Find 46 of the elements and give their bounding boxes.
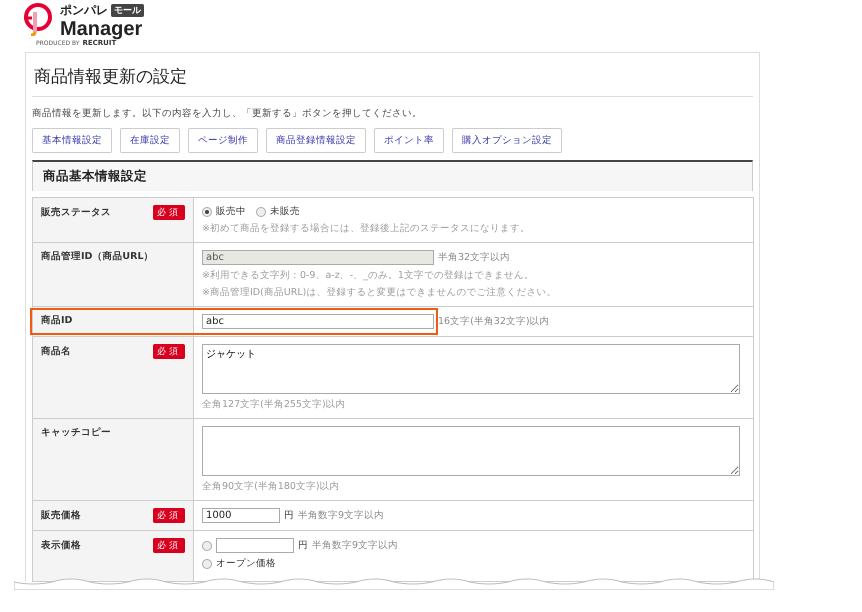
required-badge: 必須 (153, 538, 185, 553)
radio-button[interactable] (202, 540, 212, 550)
radio-button[interactable] (202, 206, 212, 216)
page-title: 商品情報更新の設定 (32, 61, 753, 97)
page-description: 商品情報を更新します。以下の内容を入力し、「更新する」ボタンを押してください。 (32, 107, 423, 120)
field-label: 販売ステータス (41, 206, 111, 219)
section-tab[interactable]: 在庫設定 (120, 128, 180, 153)
section-tab[interactable]: ページ制作 (188, 128, 258, 153)
field-note: ※利用できる文字列：0-9、a-z、-、_のみ。1文字での登録はできません。 (202, 269, 535, 282)
field-label: 商品ID (41, 314, 72, 327)
product-name: Manager (60, 19, 144, 39)
field-note: 全角127文字(半角255文字)以内 (202, 398, 347, 411)
radio-button[interactable] (202, 558, 212, 568)
section-header: 商品基本情報設定 (32, 160, 753, 191)
field-hint: 16文字(半角32文字)以内 (438, 315, 550, 328)
price-field[interactable]: 1000 (202, 508, 280, 523)
field-hint: 半角32文字以内 (438, 251, 510, 264)
radio-label: オープン価格 (216, 557, 276, 570)
field-label: 商品管理ID（商品URL） (41, 250, 154, 263)
section-tab[interactable]: ポイント率 (374, 128, 444, 153)
radio-label: 販売中 (216, 205, 246, 218)
unit-label: 円 (284, 509, 294, 522)
brand-name: ポンパレ (60, 2, 108, 19)
section-tab[interactable]: 購入オプション設定 (452, 128, 562, 153)
radio-label: 未販売 (270, 205, 300, 218)
brand-badge: モール (111, 4, 144, 17)
required-badge: 必須 (153, 205, 185, 220)
field-label: 表示価格 (41, 539, 81, 552)
field-label: 商品名 (41, 345, 71, 358)
text-area[interactable]: ジャケット (202, 344, 740, 394)
price-field[interactable] (216, 538, 294, 553)
field-hint: 半角数字9文字以内 (312, 539, 398, 552)
radio-button[interactable] (256, 206, 266, 216)
field-label: キャッチコピー (41, 426, 111, 439)
text-area[interactable] (202, 426, 740, 476)
unit-label: 円 (298, 539, 308, 552)
field-note: ※初めて商品を登録する場合には、登録後上記のステータスになります。 (202, 222, 531, 235)
required-badge: 必須 (153, 344, 185, 359)
field-hint: 半角数字9文字以内 (298, 509, 384, 522)
field-label: 販売価格 (41, 509, 81, 522)
required-badge: 必須 (153, 508, 185, 523)
field-note: ※商品管理ID(商品URL)は、登録すると変更はできませんのでご注意ください。 (202, 286, 558, 299)
section-tab[interactable]: 基本情報設定 (32, 128, 112, 153)
input-field[interactable]: abc (202, 314, 434, 329)
field-note: 全角90文字(半角180文字)以内 (202, 480, 341, 493)
section-tab[interactable]: 商品登録情報設定 (266, 128, 366, 153)
